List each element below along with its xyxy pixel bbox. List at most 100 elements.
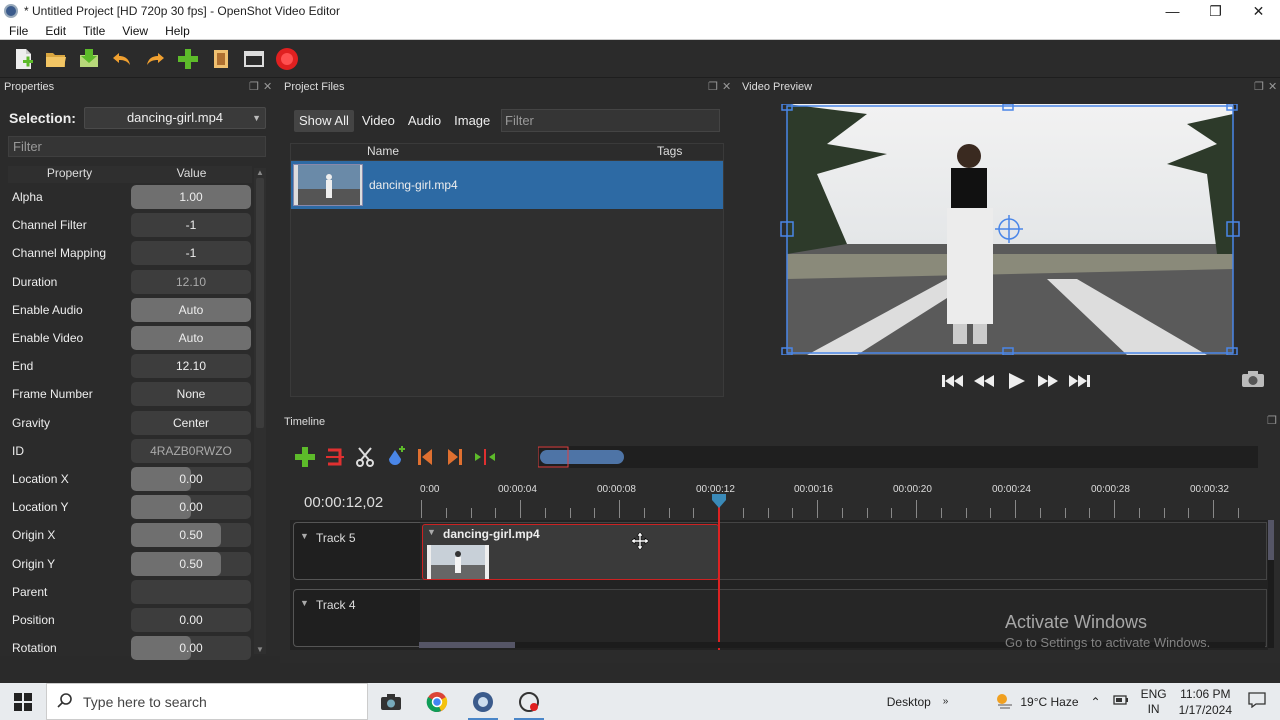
chevron-down-icon[interactable]: ▼	[300, 531, 309, 541]
add-marker-icon[interactable]	[383, 445, 407, 469]
scroll-thumb[interactable]	[256, 178, 264, 428]
property-filter-input[interactable]: Filter	[8, 136, 266, 157]
track-header[interactable]: ▼ Track 5	[293, 522, 420, 580]
taskbar-search-input[interactable]: Type here to search	[46, 683, 368, 720]
property-value[interactable]: -1	[131, 241, 251, 266]
notifications-icon[interactable]	[1248, 692, 1266, 711]
property-row[interactable]: Gravity Center	[8, 409, 252, 437]
menu-help[interactable]: Help	[156, 24, 198, 38]
property-row[interactable]: Parent	[8, 578, 252, 606]
menu-view[interactable]: View	[113, 24, 156, 38]
property-row[interactable]: Rotation 0.00	[8, 634, 252, 662]
property-value[interactable]: Center	[131, 410, 251, 435]
input-language[interactable]: ENG IN	[1141, 687, 1167, 717]
property-value[interactable]: 0.00	[131, 636, 251, 661]
save-project-icon[interactable]	[76, 46, 102, 72]
property-row[interactable]: Origin Y 0.50	[8, 549, 252, 577]
float-panel-icon[interactable]: ❐	[1254, 80, 1264, 93]
file-row[interactable]: dancing-girl.mp4	[291, 161, 723, 209]
export-video-icon[interactable]	[274, 46, 300, 72]
menu-title[interactable]: Title	[74, 24, 113, 38]
property-row[interactable]: Origin X 0.50	[8, 521, 252, 549]
add-track-icon[interactable]	[293, 445, 317, 469]
chrome-icon[interactable]	[414, 683, 460, 720]
selection-dropdown[interactable]: dancing-girl.mp4 ▼	[84, 107, 266, 129]
playhead-line[interactable]	[718, 498, 720, 650]
close-panel-icon[interactable]: ✕	[263, 80, 272, 93]
menu-edit[interactable]: Edit	[36, 24, 74, 38]
property-row[interactable]: Location Y 0.00	[8, 493, 252, 521]
next-marker-icon[interactable]	[443, 445, 467, 469]
track-row[interactable]: ▼ Track 5 ▼ dancing-girl.mp4	[293, 522, 1267, 580]
new-project-icon[interactable]	[10, 46, 36, 72]
property-row[interactable]: ID 4RAZB0RWZO	[8, 437, 252, 465]
property-value[interactable]: 0.50	[131, 551, 251, 576]
scroll-thumb[interactable]	[1268, 520, 1274, 560]
property-value[interactable]: 1.00	[131, 185, 251, 210]
previous-marker-icon[interactable]	[413, 445, 437, 469]
property-value[interactable]: -1	[131, 213, 251, 238]
float-panel-icon[interactable]: ❐	[708, 80, 718, 93]
property-value[interactable]	[131, 579, 251, 604]
property-scrollbar[interactable]: ▲ ▼	[254, 168, 266, 654]
redo-icon[interactable]	[142, 46, 168, 72]
fast-forward-icon[interactable]	[1032, 370, 1064, 392]
float-panel-icon[interactable]: ❐	[1267, 414, 1277, 427]
property-row[interactable]: Channel Filter -1	[8, 211, 252, 239]
restore-icon[interactable]: ❐	[1194, 0, 1237, 22]
fullscreen-icon[interactable]	[241, 46, 267, 72]
undo-icon[interactable]	[109, 46, 135, 72]
tab-video[interactable]: Video	[357, 110, 400, 132]
jump-start-icon[interactable]	[936, 370, 968, 392]
property-row[interactable]: Enable Audio Auto	[8, 296, 252, 324]
weather-icon[interactable]	[994, 691, 1014, 712]
tab-audio[interactable]: Audio	[403, 110, 446, 132]
chevron-double-right-icon[interactable]: »	[943, 696, 949, 707]
timeline-ruler[interactable]: 00:00:12,02 0:00 00:00:04 00:00:08 00:00…	[290, 478, 1268, 520]
property-row[interactable]: Position 0.00	[8, 606, 252, 634]
property-value[interactable]: 0.00	[131, 607, 251, 632]
open-project-icon[interactable]	[43, 46, 69, 72]
property-row[interactable]: Alpha 1.00	[8, 183, 252, 211]
snapping-icon[interactable]	[323, 445, 347, 469]
weather-text[interactable]: 19°C Haze	[1020, 695, 1078, 709]
chevron-down-icon[interactable]: ▼	[300, 598, 309, 608]
property-row[interactable]: Enable Video Auto	[8, 324, 252, 352]
close-panel-icon[interactable]: ✕	[722, 80, 731, 93]
property-value[interactable]: 12.10	[131, 269, 251, 294]
windows-start-icon[interactable]	[0, 683, 46, 720]
tab-show-all[interactable]: Show All	[294, 110, 354, 132]
minimize-icon[interactable]: —	[1151, 0, 1194, 22]
choose-profile-icon[interactable]	[208, 46, 234, 72]
property-row[interactable]: Channel Mapping -1	[8, 239, 252, 267]
openshot-app-icon[interactable]	[460, 683, 506, 720]
timeline-vertical-scrollbar[interactable]	[1268, 520, 1274, 648]
desktop-toolbar-label[interactable]: Desktop	[887, 695, 931, 709]
property-row[interactable]: Duration 12.10	[8, 268, 252, 296]
jump-end-icon[interactable]	[1064, 370, 1096, 392]
import-files-icon[interactable]	[175, 46, 201, 72]
property-value[interactable]: 0.50	[131, 523, 251, 548]
property-row[interactable]: Location X 0.00	[8, 465, 252, 493]
scroll-down-icon[interactable]: ▼	[256, 645, 264, 654]
property-value[interactable]: Auto	[131, 326, 251, 351]
tab-image[interactable]: Image	[449, 110, 495, 132]
property-value[interactable]: 0.00	[131, 495, 251, 520]
close-panel-icon[interactable]: ✕	[1268, 80, 1277, 93]
playhead-handle-icon[interactable]	[710, 494, 728, 508]
property-row[interactable]: End 12.10	[8, 352, 252, 380]
property-value[interactable]: 12.10	[131, 354, 251, 379]
property-value[interactable]: Auto	[131, 297, 251, 322]
files-filter-input[interactable]: Filter	[501, 109, 720, 132]
camera-app-icon[interactable]	[368, 683, 414, 720]
rewind-icon[interactable]	[968, 370, 1000, 392]
scroll-up-icon[interactable]: ▲	[256, 168, 264, 177]
center-playhead-icon[interactable]	[473, 445, 497, 469]
play-icon[interactable]	[1000, 370, 1032, 392]
property-value[interactable]: None	[131, 382, 251, 407]
track-header[interactable]: ▼ Track 4	[293, 589, 420, 647]
timeline-clip[interactable]: ▼ dancing-girl.mp4	[422, 524, 719, 580]
float-panel-icon[interactable]: ❐	[249, 80, 259, 93]
razor-icon[interactable]	[353, 445, 377, 469]
video-frame[interactable]	[747, 104, 1271, 355]
